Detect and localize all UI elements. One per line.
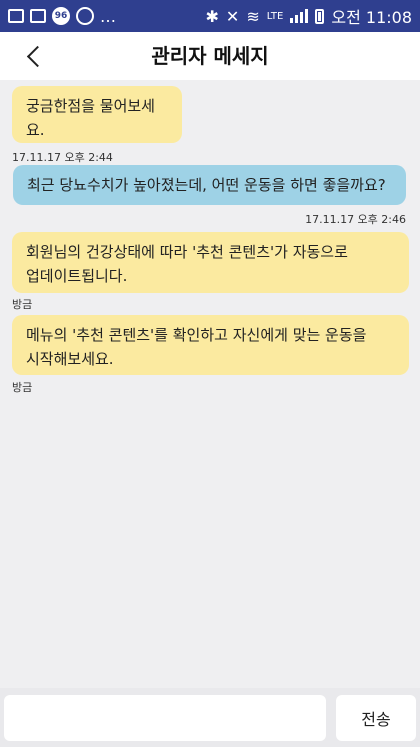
more-notifications-icon: … (100, 6, 117, 26)
mute-icon: ✕ (225, 6, 240, 26)
message-timestamp: 17.11.17 오후 2:46 (305, 213, 406, 226)
send-button[interactable]: 전송 (336, 695, 416, 741)
admin-message-bubble: 메뉴의 '추천 콘텐츠'를 확인하고 자신에게 맞는 운동을 시작해보세요. (12, 315, 409, 375)
message-composer: 전송 (0, 688, 420, 747)
signal-icon (290, 9, 309, 23)
sync-icon (76, 7, 94, 25)
status-time: 오전 11:08 (331, 8, 412, 27)
chat-area[interactable]: 궁금한점을 물어보세요. 17.11.17 오후 2:44 최근 당뇨수치가 높… (0, 80, 420, 688)
message-timestamp: 17.11.17 오후 2:44 (12, 151, 113, 164)
status-system: ✱ ✕ ≋ LTE 오전 11:08 (206, 0, 412, 32)
image-icon (30, 9, 46, 23)
message-text-line: 메뉴의 '추천 콘텐츠'를 확인하고 자신에게 맞는 운동을 (26, 326, 367, 344)
message-text: 궁금한점을 물어보세요. (26, 97, 155, 139)
admin-message-bubble: 궁금한점을 물어보세요. (12, 86, 182, 143)
message-text-line: 회원님의 건강상태에 따라 '추천 콘텐츠'가 자동으로 (26, 243, 348, 261)
user-message-bubble: 최근 당뇨수치가 높아졌는데, 어떤 운동을 하면 좋을까요? (13, 165, 406, 205)
app-header: 관리자 메세지 (0, 32, 420, 80)
status-notifications: 96 … (8, 0, 117, 32)
message-timestamp: 방금 (12, 298, 33, 311)
message-input[interactable] (4, 695, 326, 741)
wifi-icon: ≋ (246, 6, 260, 26)
message-text-line: 업데이트됩니다. (26, 267, 128, 285)
message-timestamp: 방금 (12, 381, 33, 394)
network-type: LTE (266, 10, 284, 22)
back-button[interactable] (14, 36, 54, 76)
bluetooth-icon: ✱ (205, 6, 219, 26)
battery-icon (315, 8, 325, 24)
message-text: 최근 당뇨수치가 높아졌는데, 어떤 운동을 하면 좋을까요? (27, 176, 386, 194)
admin-message-bubble: 회원님의 건강상태에 따라 '추천 콘텐츠'가 자동으로 업데이트됩니다. (12, 232, 409, 293)
page-title: 관리자 메세지 (151, 44, 269, 68)
app-badge-icon: 96 (52, 7, 70, 25)
message-text-line: 시작해보세요. (26, 350, 114, 368)
status-bar: 96 … ✱ ✕ ≋ LTE 오전 11:08 (0, 0, 420, 32)
notification-icon (8, 9, 24, 23)
chevron-left-icon (26, 45, 48, 67)
